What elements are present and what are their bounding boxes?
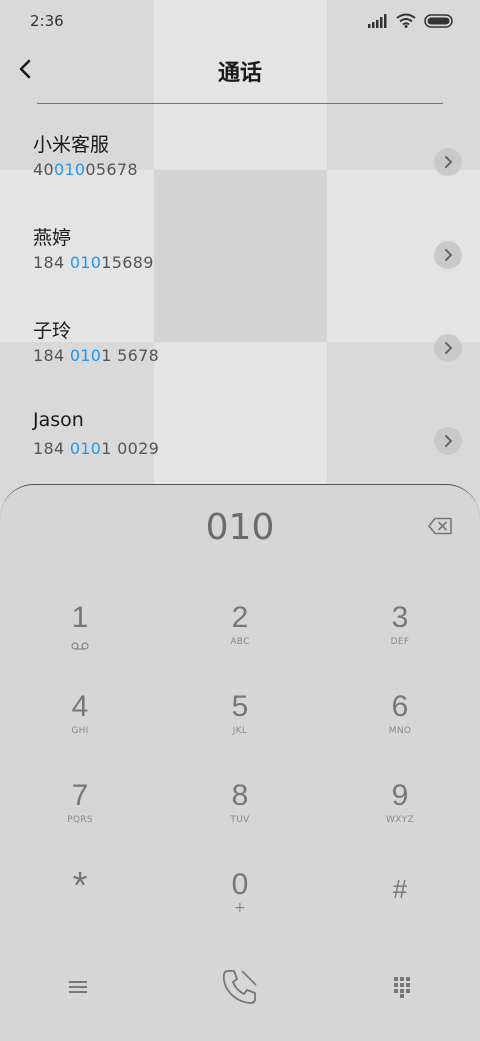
dialpad-toggle-button[interactable] xyxy=(372,957,432,1017)
header-divider xyxy=(37,103,443,104)
dial-key-2[interactable]: 2 ABC xyxy=(160,591,320,671)
dialpad: 010 1 2 ABC 3 DEF 4 GHI 5 JKL 6 MNO 7 PQ… xyxy=(0,484,480,1041)
dial-key-5[interactable]: 5 JKL xyxy=(160,680,320,760)
status-time: 2:36 xyxy=(30,12,64,30)
contact-detail-button[interactable] xyxy=(434,148,462,176)
battery-icon xyxy=(424,13,453,28)
dial-key-star[interactable]: * xyxy=(0,858,160,938)
voicemail-icon xyxy=(71,642,89,650)
page-title: 通话 xyxy=(217,61,262,86)
dial-key-3[interactable]: 3 DEF xyxy=(320,591,480,671)
call-button[interactable] xyxy=(210,957,270,1017)
wifi-icon xyxy=(396,13,416,28)
dial-key-7[interactable]: 7 PQRS xyxy=(0,769,160,849)
contact-number: 4001005678 xyxy=(33,160,138,179)
contact-row[interactable]: Jason 184 0101 0029 xyxy=(0,399,480,492)
contact-name: Jason xyxy=(33,409,84,431)
contact-row[interactable]: 子玲 184 0101 5678 xyxy=(0,306,480,399)
dial-key-6[interactable]: 6 MNO xyxy=(320,680,480,760)
dial-key-8[interactable]: 8 TUV xyxy=(160,769,320,849)
header: 通话 xyxy=(0,40,480,104)
dial-key-1[interactable]: 1 xyxy=(0,591,160,671)
status-bar: 2:36 xyxy=(0,0,480,40)
signal-icon xyxy=(368,13,387,28)
contact-number: 184 0101 5678 xyxy=(33,346,160,365)
dialed-number-display: 010 xyxy=(205,507,275,548)
dial-key-0[interactable]: 0 + xyxy=(160,858,320,938)
contact-number: 184 0101 0029 xyxy=(33,439,160,458)
contact-detail-button[interactable] xyxy=(434,334,462,362)
contact-detail-button[interactable] xyxy=(434,241,462,269)
chevron-right-icon xyxy=(445,249,453,261)
contact-name: 小米客服 xyxy=(33,134,110,156)
contact-row[interactable]: 小米客服 4001005678 xyxy=(0,120,480,213)
contact-name: 子玲 xyxy=(33,320,72,342)
dial-key-4[interactable]: 4 GHI xyxy=(0,680,160,760)
menu-button[interactable] xyxy=(48,957,108,1017)
contact-number: 184 01015689 xyxy=(33,253,154,272)
chevron-right-icon xyxy=(445,435,453,447)
phone-icon xyxy=(222,970,257,1004)
dial-key-hash[interactable]: # xyxy=(320,858,480,938)
chevron-right-icon xyxy=(445,342,453,354)
dial-key-9[interactable]: 9 WXYZ xyxy=(320,769,480,849)
menu-icon xyxy=(69,981,87,993)
contact-detail-button[interactable] xyxy=(434,427,462,455)
contact-row[interactable]: 燕婷 184 01015689 xyxy=(0,213,480,306)
chevron-right-icon xyxy=(445,156,453,168)
dialpad-grid-icon xyxy=(394,977,410,998)
backspace-icon[interactable] xyxy=(428,517,452,535)
contact-name: 燕婷 xyxy=(33,227,72,249)
